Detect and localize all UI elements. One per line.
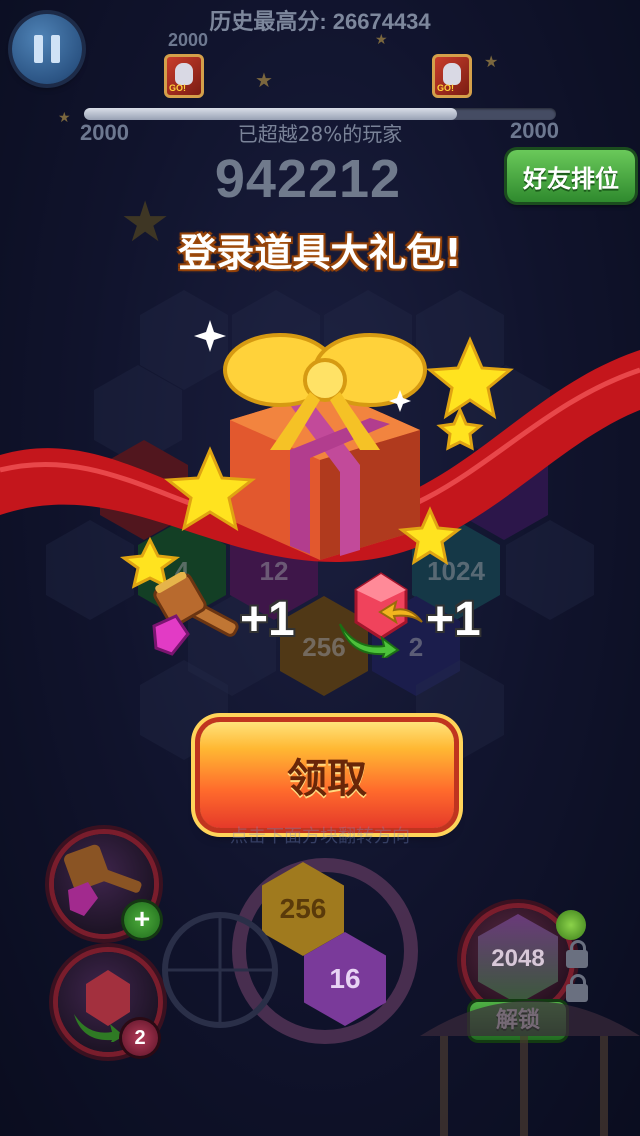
pause-button[interactable] xyxy=(12,14,82,84)
pause-icon xyxy=(51,35,60,63)
gem-reward-count: +1 xyxy=(426,593,481,646)
player-avatar-right: GO! xyxy=(432,54,472,98)
claim-button[interactable]: 领取 xyxy=(200,722,454,828)
gift-illustration xyxy=(0,320,640,589)
avatar-face-icon xyxy=(443,63,461,85)
hammer-reward-count: +1 xyxy=(240,593,295,646)
pause-icon xyxy=(34,35,43,63)
player-avatar-left: GO! xyxy=(164,54,204,98)
game-screen: ★ ★ ★ ★ ★ 64 4 12 256 1024 2 历史最高分: 2667… xyxy=(0,0,640,1136)
progress-left-top-value: 2000 xyxy=(168,30,209,50)
surpass-percent-text: 已超越28%的玩家 xyxy=(237,122,403,146)
ferris-wheel-decoration xyxy=(162,912,278,1028)
go-label: GO! xyxy=(169,83,186,93)
status-dot xyxy=(556,910,586,940)
claim-button-label: 领取 xyxy=(287,756,367,802)
gem-icon xyxy=(339,572,423,658)
gift-box-icon xyxy=(223,333,427,560)
high-score-label: 历史最高分: 26674434 xyxy=(209,9,431,34)
carousel-decoration xyxy=(420,1001,640,1136)
hammer-icon xyxy=(152,572,239,656)
friends-ranking-button[interactable]: 好友排位 xyxy=(507,150,635,202)
avatar-face-icon xyxy=(175,63,193,85)
go-label: GO! xyxy=(437,83,454,93)
lock-icon xyxy=(566,940,588,968)
popup-title: 登录道具大礼包! xyxy=(178,231,462,275)
